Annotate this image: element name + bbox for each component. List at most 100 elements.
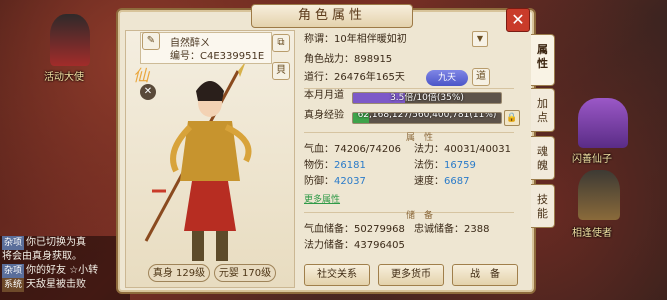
fangyu-row: 防御：42037 bbox=[304, 174, 366, 190]
zhongcheng-value: 2388 bbox=[464, 224, 490, 235]
dao-button[interactable]: 道 bbox=[472, 68, 490, 86]
monthly-progress-bar: 3.5倍/10倍(35%) bbox=[352, 92, 502, 104]
fashang-label: 法伤： bbox=[414, 160, 444, 171]
character-portrait-area bbox=[125, 30, 295, 288]
sudu-label: 速度： bbox=[414, 176, 444, 187]
npc-figure-activity[interactable] bbox=[50, 14, 90, 66]
character-figure-icon bbox=[144, 61, 252, 261]
chat-panel[interactable]: 杂项 你已切换为真 将会由真身获取。 杂项 你的好友 ☆小转 系统 天敌星被击败 bbox=[0, 236, 130, 300]
character-id: 编号：C4E339951E bbox=[170, 47, 264, 62]
fangyu-value: 42037 bbox=[334, 176, 366, 187]
lock-icon[interactable]: 🔒 bbox=[504, 110, 520, 126]
tab-label: 加 点 bbox=[537, 97, 548, 124]
true-body-level[interactable]: 真身 129级 bbox=[148, 264, 210, 282]
title-dropdown[interactable]: ▼ bbox=[472, 31, 488, 47]
tab-skills[interactable]: 技 能 bbox=[531, 184, 555, 228]
tab-soul[interactable]: 魂 魄 bbox=[531, 136, 555, 180]
spirit-level[interactable]: 元婴 170级 bbox=[214, 264, 276, 282]
copy-id-button[interactable]: ⧉ bbox=[272, 34, 290, 52]
immortal-badge: 仙 bbox=[133, 66, 150, 85]
qixue-label: 气血： bbox=[304, 144, 334, 155]
monthly-progress-text: 3.5倍/10倍(35%) bbox=[390, 93, 464, 103]
tab-points[interactable]: 加 点 bbox=[531, 88, 555, 132]
true-body-label: 真身 bbox=[152, 268, 173, 279]
spirit-level-value: 170级 bbox=[242, 268, 272, 279]
fali-label: 法力： bbox=[414, 144, 444, 155]
qixue-row: 气血：74206/74206 bbox=[304, 142, 401, 158]
level-row: 真身 129级 元婴 170级 bbox=[148, 264, 276, 282]
id-value: C4E339951E bbox=[200, 51, 265, 62]
wushang-value: 26181 bbox=[334, 160, 366, 171]
qixue-store-label: 气血储备： bbox=[304, 224, 354, 235]
exp-progress-bar: 62,168,127/560,400,781(11%) bbox=[352, 112, 502, 124]
wushang-label: 物伤： bbox=[304, 160, 334, 171]
npc-figure-fairy[interactable] bbox=[578, 98, 628, 148]
chevron-down-icon: ▼ bbox=[476, 34, 484, 43]
social-button[interactable]: 社交关系 bbox=[304, 264, 370, 286]
fali-store-row: 法力储备：43796405 bbox=[304, 238, 405, 254]
npc-label-activity: 活动大使 bbox=[44, 72, 84, 83]
zhongcheng-label: 忠诚储备： bbox=[414, 224, 464, 235]
sudu-row: 速度：6687 bbox=[414, 174, 469, 190]
tab-attributes[interactable]: 属 性 bbox=[531, 34, 555, 86]
chat-text: 天敌星被击败 bbox=[26, 279, 87, 290]
qixue-store-value: 50279968 bbox=[354, 224, 405, 235]
qixue-store-row: 气血储备：50279968 bbox=[304, 222, 405, 238]
male-gender-icon: ✕ bbox=[140, 84, 156, 100]
sudu-value: 6687 bbox=[444, 176, 470, 187]
chat-line: 杂项 你已切换为真 bbox=[0, 236, 130, 250]
fashang-value: 16759 bbox=[444, 160, 476, 171]
dao-row: 道行：26476年165天 bbox=[304, 70, 405, 86]
tab-label: 属 性 bbox=[537, 43, 548, 70]
title-row: 称谓：10年相伴暖如初 bbox=[304, 32, 407, 48]
tab-label: 技 能 bbox=[537, 193, 548, 220]
close-icon: ✕ bbox=[511, 10, 525, 29]
monthly-label: 本月月道 bbox=[304, 90, 344, 101]
chat-line: 系统 天敌星被击败 bbox=[0, 278, 130, 292]
chat-text: 你已切换为真 bbox=[26, 237, 87, 248]
tab-label: 魂 魄 bbox=[537, 145, 548, 172]
rename-button[interactable]: ✎ bbox=[142, 32, 160, 50]
zhongcheng-row: 忠诚储备：2388 bbox=[414, 222, 489, 238]
chat-line: 将会由真身获取。 bbox=[0, 250, 130, 264]
appearance-icon: 貝 bbox=[276, 65, 286, 76]
npc-label-meeting: 相逢使者 bbox=[572, 228, 612, 239]
fashang-row: 法伤：16759 bbox=[414, 158, 476, 174]
fali-value: 40031/40031 bbox=[444, 144, 511, 155]
pencil-icon: ✎ bbox=[146, 35, 156, 46]
power-label: 角色战力： bbox=[304, 54, 354, 65]
chat-line: 杂项 你的好友 ☆小转 bbox=[0, 264, 130, 278]
chat-tag: 系统 bbox=[2, 278, 25, 292]
wushang-row: 物伤：26181 bbox=[304, 158, 366, 174]
title-value: 10年相伴暖如初 bbox=[334, 34, 407, 45]
monthly-row: 本月月道 bbox=[304, 88, 344, 104]
npc-figure-meeting[interactable] bbox=[578, 170, 620, 220]
true-body-level-value: 129级 bbox=[176, 268, 206, 279]
attribute-info-area: 称谓：10年相伴暖如初 ▼ 角色战力：898915 道行：26476年165天 … bbox=[296, 28, 524, 286]
fali-store-label: 法力储备： bbox=[304, 240, 354, 251]
more-attributes-link[interactable]: 更多属性 bbox=[304, 192, 340, 205]
chat-text: 你的好友 ☆小转 bbox=[26, 265, 99, 276]
fangyu-label: 防御： bbox=[304, 176, 334, 187]
power-row: 角色战力：898915 bbox=[304, 52, 392, 68]
dao-value: 26476年165天 bbox=[334, 72, 405, 83]
currency-button[interactable]: 更多货币 bbox=[378, 264, 444, 286]
dao-label: 道行： bbox=[304, 72, 334, 83]
storage-section-title: 储 备 bbox=[406, 211, 434, 221]
chat-tag: 杂项 bbox=[2, 264, 25, 278]
dao-rank-badge[interactable]: 九天 bbox=[426, 70, 468, 86]
qixue-value: 74206/74206 bbox=[334, 144, 401, 155]
title-label: 称谓： bbox=[304, 34, 334, 45]
exp-label: 真身经验 bbox=[304, 110, 344, 121]
chat-tag: 杂项 bbox=[2, 236, 25, 250]
spirit-label: 元婴 bbox=[218, 268, 239, 279]
appearance-button[interactable]: 貝 bbox=[272, 62, 290, 80]
id-label: 编号： bbox=[170, 51, 200, 62]
battle-prep-button[interactable]: 战 备 bbox=[452, 264, 518, 286]
copy-icon: ⧉ bbox=[277, 37, 285, 48]
fali-row: 法力：40031/40031 bbox=[414, 142, 511, 158]
npc-label-fairy: 闪善仙子 bbox=[572, 154, 612, 165]
power-value: 898915 bbox=[354, 54, 393, 65]
fali-store-value: 43796405 bbox=[354, 240, 405, 251]
chat-text: 将会由真身获取。 bbox=[2, 251, 82, 262]
